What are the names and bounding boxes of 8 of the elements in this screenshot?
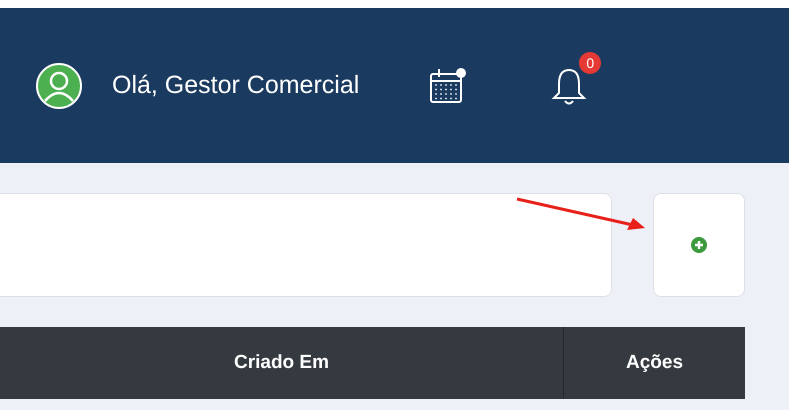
search-field[interactable] [0, 193, 612, 297]
notification-badge: 0 [579, 52, 602, 74]
plus-icon [691, 237, 707, 253]
column-header: Ações [563, 327, 745, 399]
column-header: Criado Em [232, 351, 330, 375]
greeting-text: Olá, Gestor Comercial [112, 71, 360, 100]
calendar-icon[interactable] [428, 66, 468, 106]
avatar-icon[interactable] [36, 62, 82, 108]
